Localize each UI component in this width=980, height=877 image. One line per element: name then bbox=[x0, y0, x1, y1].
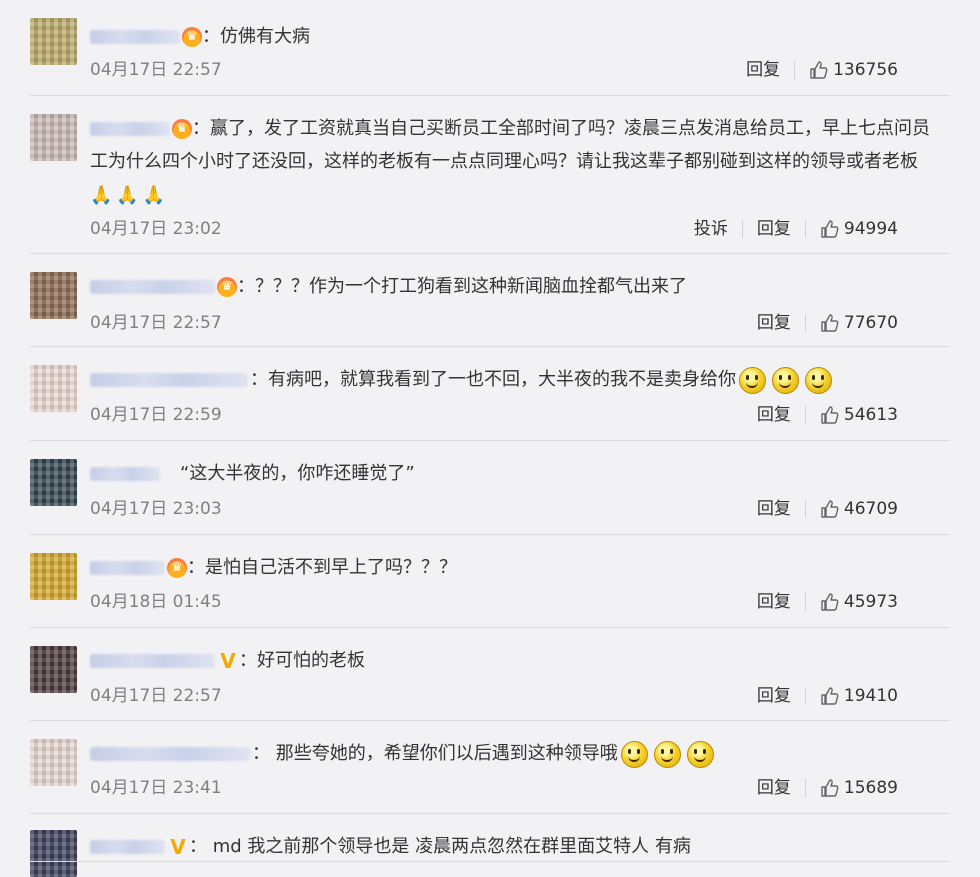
username-blurred[interactable] bbox=[90, 30, 180, 44]
username-blurred[interactable] bbox=[90, 654, 215, 668]
like-count: 19410 bbox=[843, 686, 898, 706]
comment-item: V： md 我之前那个领导也是 凌晨两点忽然在群里面艾特人 有病 bbox=[0, 814, 980, 877]
like-button[interactable]: 136756 bbox=[795, 58, 898, 82]
like-count: 45973 bbox=[843, 592, 898, 612]
username-blurred[interactable] bbox=[90, 561, 165, 575]
avatar[interactable] bbox=[30, 114, 77, 161]
thumbs-up-icon bbox=[810, 61, 828, 79]
smile-emoji-icon bbox=[772, 366, 799, 394]
thumbs-up-icon bbox=[821, 314, 839, 332]
comment-item: ： 那些夸她的，希望你们以后遇到这种领导哦 04月17日 23:41 回复 15… bbox=[0, 721, 980, 814]
reply-button[interactable]: 回复 bbox=[743, 311, 805, 335]
comment-time: 04月17日 23:02 bbox=[90, 219, 222, 239]
crown-badge-icon: ♛ bbox=[172, 119, 192, 139]
username-blurred[interactable] bbox=[90, 747, 250, 761]
like-button[interactable]: 46709 bbox=[806, 497, 898, 521]
like-button[interactable]: 15689 bbox=[806, 776, 898, 800]
avatar[interactable] bbox=[30, 553, 77, 600]
comment-item: ♛ ：赢了，发了工资就真当自己买断员工全部时间了吗？凌晨三点发消息给员工，早上七点… bbox=[0, 96, 980, 254]
avatar[interactable] bbox=[30, 739, 77, 786]
comment-text: ：仿佛有大病 bbox=[202, 26, 310, 47]
comment-time: 04月17日 23:03 bbox=[90, 499, 222, 519]
thumbs-up-icon bbox=[821, 406, 839, 424]
like-button[interactable]: 94994 bbox=[806, 217, 898, 241]
smile-emoji-icon bbox=[686, 740, 714, 768]
smile-emoji-icon bbox=[620, 740, 648, 768]
comment-time: 04月17日 22:57 bbox=[90, 313, 222, 333]
thumbs-up-icon bbox=[821, 500, 839, 518]
reply-button[interactable]: 回复 bbox=[732, 58, 794, 82]
comment-time: 04月17日 23:41 bbox=[90, 778, 222, 798]
vip-badge-icon: V bbox=[220, 649, 236, 673]
like-button[interactable]: 45973 bbox=[806, 590, 898, 614]
comment-time: 04月17日 22:57 bbox=[90, 686, 222, 706]
comment-text: ： 那些夸她的，希望你们以后遇到这种领导哦 bbox=[252, 743, 618, 764]
avatar[interactable] bbox=[30, 646, 77, 693]
avatar[interactable] bbox=[30, 18, 77, 65]
like-button[interactable]: 19410 bbox=[806, 684, 898, 708]
crown-badge-icon: ♛ bbox=[167, 558, 187, 578]
comment-text: ：赢了，发了工资就真当自己买断员工全部时间了吗？凌晨三点发消息给员工，早上七点问… bbox=[90, 118, 930, 172]
comment-item: ♛ ：是怕自己活不到早上了吗？？？ 04月18日 01:45 回复 45973 bbox=[0, 535, 980, 628]
crown-badge-icon: ♛ bbox=[217, 277, 237, 297]
comment-text: ：有病吧，就算我看到了一也不回，大半夜的我不是卖身给你 bbox=[250, 369, 736, 390]
pray-emoji-icon: 🙏 bbox=[90, 184, 113, 206]
comment-item: V ：好可怕的老板 04月17日 22:57 回复 19410 bbox=[0, 628, 980, 721]
like-count: 94994 bbox=[843, 219, 898, 239]
avatar[interactable] bbox=[30, 272, 77, 319]
smile-emoji-icon bbox=[805, 366, 832, 394]
reply-button[interactable]: 回复 bbox=[743, 497, 805, 521]
comment-time: 04月17日 22:57 bbox=[90, 60, 222, 80]
avatar[interactable] bbox=[30, 459, 77, 506]
reply-button[interactable]: 回复 bbox=[743, 590, 805, 614]
pray-emoji-icon: 🙏 bbox=[142, 184, 166, 206]
username-blurred[interactable] bbox=[90, 467, 160, 481]
thumbs-up-icon bbox=[821, 593, 839, 611]
report-button[interactable]: 投诉 bbox=[680, 217, 742, 241]
comment-item: ♛ ：仿佛有大病 04月17日 22:57 回复 136756 bbox=[0, 0, 980, 96]
comment-text: ：？？？作为一个打工狗看到这种新闻脑血拴都气出来了 bbox=[237, 276, 687, 297]
like-button[interactable]: 77670 bbox=[806, 311, 898, 335]
like-count: 136756 bbox=[833, 60, 898, 80]
comment-text: ：好可怕的老板 bbox=[239, 650, 365, 671]
crown-badge-icon: ♛ bbox=[182, 27, 202, 47]
comment-text: ：是怕自己活不到早上了吗？？？ bbox=[187, 557, 457, 578]
comment-item: ♛ ：？？？作为一个打工狗看到这种新闻脑血拴都气出来了 04月17日 22:57 … bbox=[0, 254, 980, 347]
username-blurred[interactable] bbox=[90, 840, 165, 854]
reply-button[interactable]: 回复 bbox=[743, 403, 805, 427]
comment-text: “这大半夜的，你咋还睡觉了” bbox=[180, 463, 415, 484]
like-count: 15689 bbox=[843, 778, 898, 798]
like-count: 54613 bbox=[843, 405, 898, 425]
comment-item: “这大半夜的，你咋还睡觉了” 04月17日 23:03 回复 46709 bbox=[0, 441, 980, 535]
username-blurred[interactable] bbox=[90, 280, 215, 294]
reply-button[interactable]: 回复 bbox=[743, 776, 805, 800]
comment-list: ♛ ：仿佛有大病 04月17日 22:57 回复 136756 ♛ ：赢了，发了工资… bbox=[0, 0, 980, 877]
smile-emoji-icon bbox=[739, 366, 766, 394]
vip-badge-icon: V bbox=[170, 835, 186, 859]
pray-emoji-icon: 🙏 bbox=[116, 184, 139, 206]
avatar[interactable] bbox=[30, 365, 77, 412]
comment-time: 04月18日 01:45 bbox=[90, 592, 222, 612]
thumbs-up-icon bbox=[821, 779, 839, 797]
reply-button[interactable]: 回复 bbox=[743, 217, 805, 241]
thumbs-up-icon bbox=[821, 687, 839, 705]
smile-emoji-icon bbox=[653, 740, 681, 768]
comment-item: ：有病吧，就算我看到了一也不回，大半夜的我不是卖身给你 04月17日 22:59… bbox=[0, 347, 980, 441]
comment-text: ： md 我之前那个领导也是 凌晨两点忽然在群里面艾特人 有病 bbox=[189, 836, 691, 857]
like-count: 77670 bbox=[843, 313, 898, 333]
like-count: 46709 bbox=[843, 499, 898, 519]
reply-button[interactable]: 回复 bbox=[743, 684, 805, 708]
username-blurred[interactable] bbox=[90, 373, 248, 387]
username-blurred[interactable] bbox=[90, 122, 170, 136]
comment-time: 04月17日 22:59 bbox=[90, 405, 222, 425]
avatar[interactable] bbox=[30, 830, 77, 877]
thumbs-up-icon bbox=[821, 220, 839, 238]
like-button[interactable]: 54613 bbox=[806, 403, 898, 427]
